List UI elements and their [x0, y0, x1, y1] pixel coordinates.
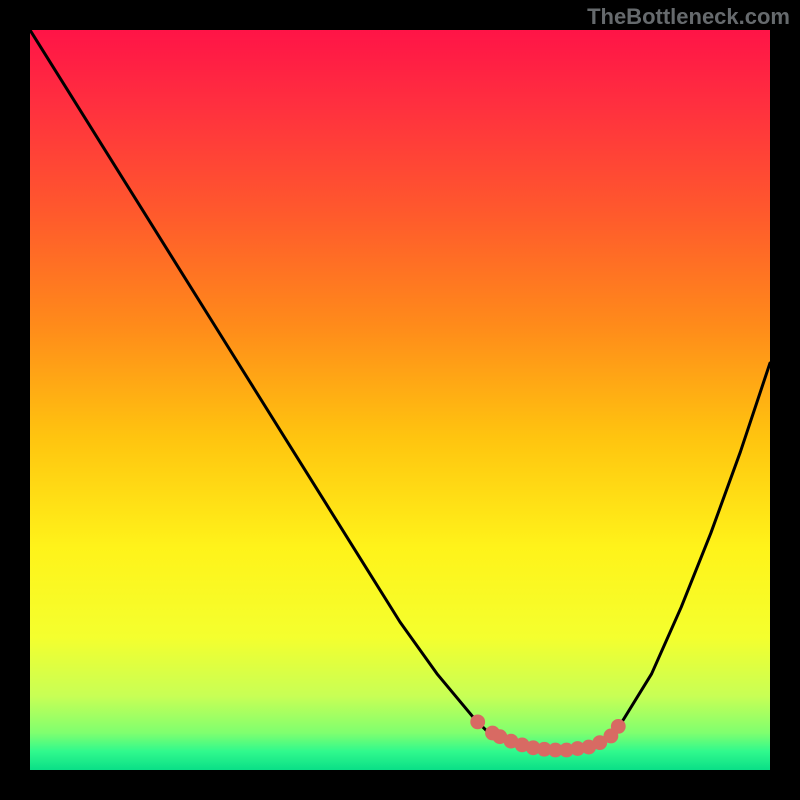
watermark-text: TheBottleneck.com	[587, 4, 790, 30]
highlight-point	[470, 715, 485, 730]
bottleneck-chart	[30, 30, 770, 770]
plot-area	[30, 30, 770, 770]
highlight-point	[611, 719, 626, 734]
chart-frame: TheBottleneck.com	[0, 0, 800, 800]
